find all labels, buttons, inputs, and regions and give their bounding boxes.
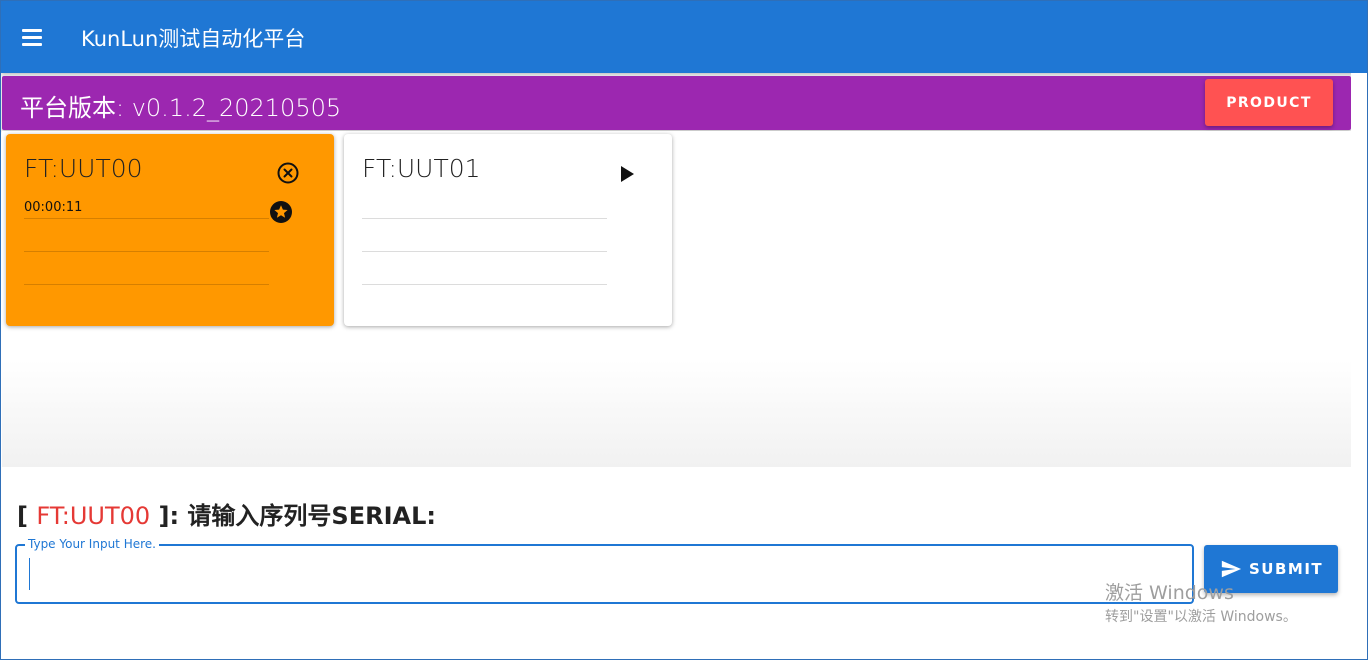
card-divider (24, 284, 269, 285)
close-circle-icon[interactable] (276, 161, 300, 185)
app-bar: KunLun测试自动化平台 (1, 1, 1367, 73)
card-divider (24, 251, 269, 252)
card-divider (362, 284, 607, 285)
scrollbar-track (1351, 73, 1367, 659)
version-banner: 平台版本: v0.1.2_20210505 PRODUCT (2, 76, 1351, 130)
prompt-uut: FT:UUT00 (36, 502, 151, 530)
input-label: Type Your Input Here. (25, 537, 159, 551)
prompt-open: [ (17, 502, 37, 530)
activation-watermark-title: 激活 Windows (1105, 582, 1234, 604)
play-icon[interactable] (615, 162, 639, 186)
uut-card-uut00[interactable]: FT:UUT00 00:00:11 (6, 134, 334, 326)
card-title: FT:UUT01 (362, 154, 481, 183)
version-text: 平台版本: v0.1.2_20210505 (20, 94, 342, 122)
activation-watermark-hint: 转到"设置"以激活 Windows。 (1105, 609, 1297, 625)
serial-input[interactable] (25, 554, 1185, 594)
card-divider (362, 218, 607, 219)
product-button[interactable]: PRODUCT (1205, 79, 1333, 126)
serial-prompt: [ FT:UUT00 ]: 请输入序列号SERIAL: (17, 496, 436, 531)
card-divider (362, 251, 607, 252)
app-window: KunLun测试自动化平台 平台版本: v0.1.2_20210505 PROD… (0, 0, 1368, 660)
uut-board: FT:UUT00 00:00:11 FT:UUT01 (2, 131, 1351, 467)
app-title: KunLun测试自动化平台 (81, 27, 306, 51)
star-circle-icon[interactable] (269, 200, 293, 224)
prompt-text: ]: 请输入序列号SERIAL: (150, 502, 437, 530)
card-divider (24, 218, 269, 219)
card-timer: 00:00:11 (24, 200, 83, 215)
serial-input-box[interactable]: Type Your Input Here. (15, 537, 1194, 604)
text-caret (29, 558, 30, 590)
send-icon (1221, 560, 1242, 578)
menu-icon[interactable] (15, 21, 49, 55)
card-title: FT:UUT00 (24, 154, 143, 183)
uut-card-uut01[interactable]: FT:UUT01 (344, 134, 672, 326)
submit-label: SUBMIT (1249, 560, 1324, 578)
